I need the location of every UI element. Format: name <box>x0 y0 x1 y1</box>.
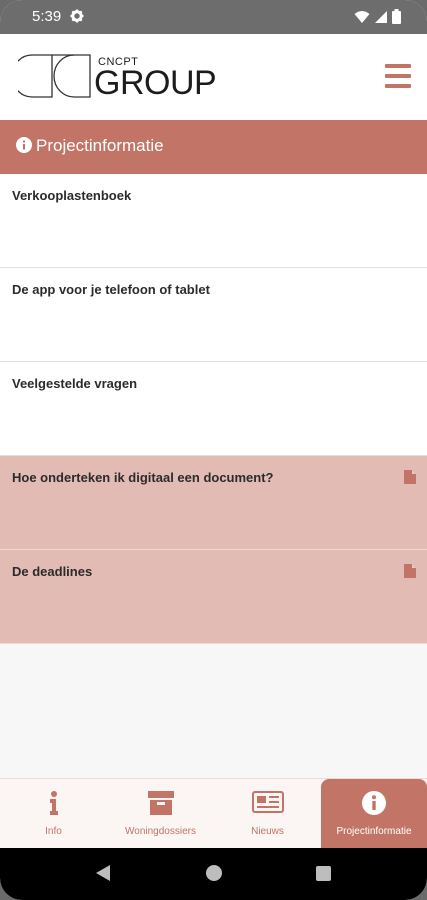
status-icons <box>354 9 401 29</box>
logo-group-text: GROUP <box>94 64 217 102</box>
tab-info[interactable]: Info <box>0 779 107 849</box>
signal-icon <box>374 10 388 29</box>
list-item-title: Veelgestelde vragen <box>12 376 138 391</box>
list-item-title: Verkooplastenboek <box>12 188 132 203</box>
tab-label: Nieuws <box>251 826 284 837</box>
home-icon[interactable] <box>206 865 222 881</box>
app-screen: 5:39 CNCPT GROUP Projectinformatie Verko… <box>0 0 427 900</box>
list-item-title: De app voor je telefoon of tablet <box>12 282 210 297</box>
wifi-icon <box>354 10 370 29</box>
info-icon <box>49 791 59 820</box>
battery-icon <box>392 9 401 29</box>
hamburger-menu-icon[interactable] <box>385 64 411 88</box>
app-header: CNCPT GROUP <box>0 34 427 120</box>
section-header: Projectinformatie <box>0 120 427 174</box>
bottom-tab-bar: Info Woningdossiers Nieuws Projectinform… <box>0 778 427 849</box>
android-nav-bar <box>0 848 427 900</box>
tab-label: Woningdossiers <box>125 826 196 837</box>
project-info-list: Verkooplastenboek De app voor je telefoo… <box>0 174 427 644</box>
list-item[interactable]: Verkooplastenboek <box>0 174 427 268</box>
section-title: Projectinformatie <box>36 136 164 155</box>
gear-icon <box>70 9 84 28</box>
document-icon <box>404 470 416 489</box>
status-time: 5:39 <box>32 8 62 25</box>
list-item[interactable]: De app voor je telefoon of tablet <box>0 268 427 362</box>
list-item[interactable]: De deadlines <box>0 550 427 644</box>
list-item-title: Hoe onderteken ik digitaal een document? <box>12 470 274 485</box>
tab-woningdossiers[interactable]: Woningdossiers <box>107 779 214 849</box>
list-item-title: De deadlines <box>12 564 93 579</box>
tab-nieuws[interactable]: Nieuws <box>214 779 321 849</box>
status-bar: 5:39 <box>0 0 427 34</box>
tab-label: Info <box>45 826 62 837</box>
document-icon <box>404 564 416 583</box>
newspaper-icon <box>251 791 284 818</box>
recent-apps-icon[interactable] <box>316 866 331 881</box>
tab-projectinformatie[interactable]: Projectinformatie <box>321 779 427 849</box>
list-item[interactable]: Hoe onderteken ik digitaal een document? <box>0 456 427 550</box>
archive-box-icon <box>147 791 174 820</box>
cncpt-logo-mark <box>11 54 92 103</box>
list-item[interactable]: Veelgestelde vragen <box>0 362 427 456</box>
back-icon[interactable] <box>96 865 110 886</box>
tab-label: Projectinformatie <box>336 826 412 837</box>
info-circle-icon <box>16 137 32 158</box>
info-circle-icon <box>362 791 386 820</box>
